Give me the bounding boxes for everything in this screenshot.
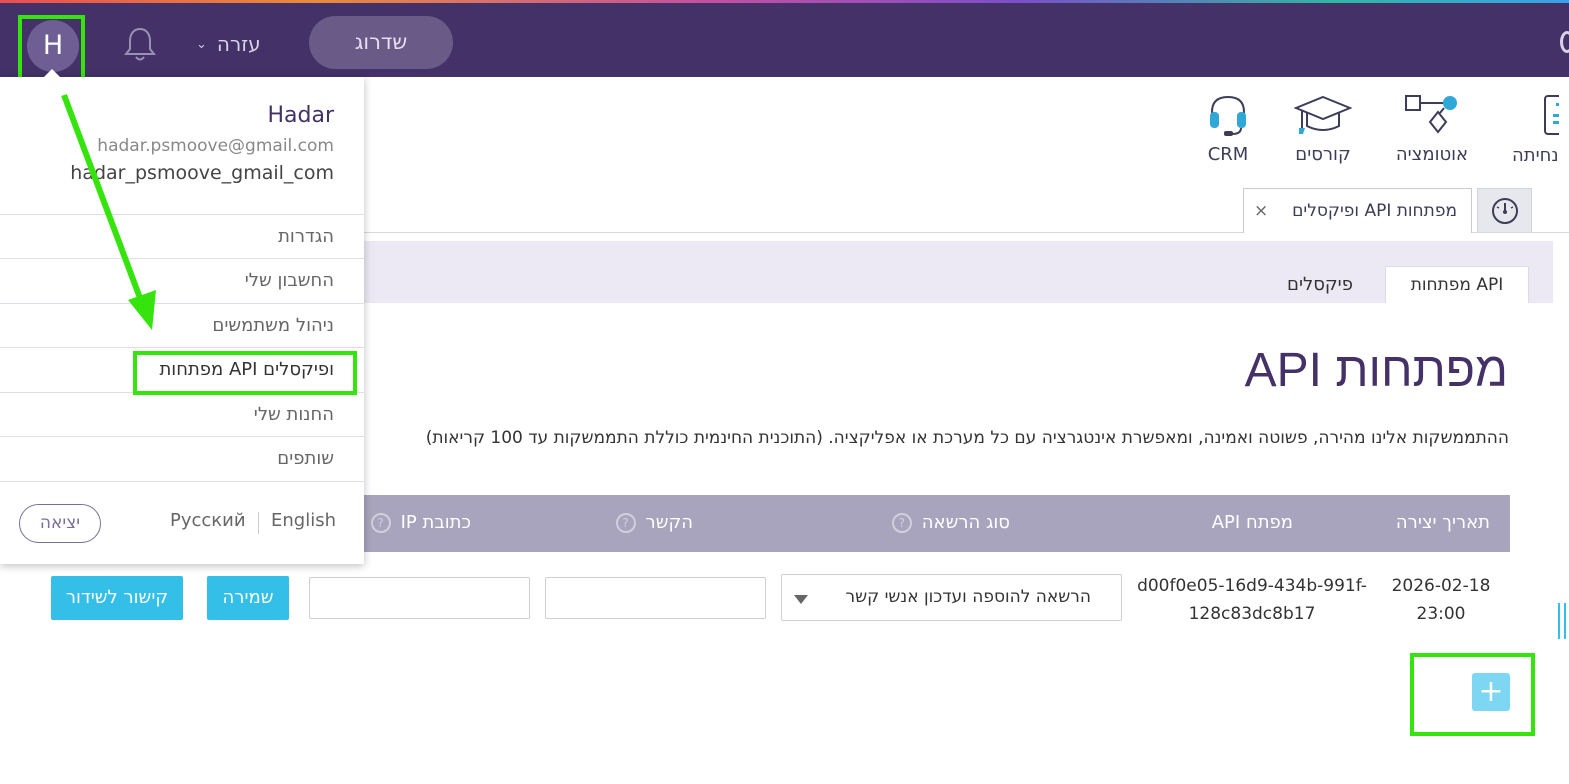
subtab-api-keys[interactable]: מפתחות API [1385, 266, 1529, 303]
row-api-key: d00f0e05-16d9-434b-991f- 128c83dc8b17 [1130, 572, 1374, 628]
logout-button[interactable]: יציאה [19, 504, 101, 543]
tab-dashboard[interactable] [1477, 188, 1532, 232]
automation-icon [1405, 95, 1457, 134]
row-key-part2: 128c83dc8b17 [1188, 604, 1316, 624]
header-ip-label: כתובת IP [400, 512, 471, 533]
header-permission: סוג הרשאה ? [891, 512, 1010, 533]
app-tile-automation[interactable]: אוטומציה [1394, 94, 1470, 165]
ip-input[interactable] [309, 577, 530, 619]
app-tile-landing-label: נחיתה [1512, 145, 1559, 166]
menu-item-partners[interactable]: שותפים [0, 436, 364, 480]
row-time: 23:00 [1416, 604, 1466, 624]
header-api-key: מפתח API [1212, 512, 1293, 533]
header-created: תאריך יצירה [1396, 512, 1490, 533]
annotation-arrow [61, 93, 156, 330]
header-ip: כתובת IP ? [370, 512, 471, 533]
row-date: 2026-02-18 [1391, 576, 1491, 596]
save-button[interactable]: שמירה [207, 576, 289, 620]
caret-down-icon [794, 595, 808, 604]
language-russian[interactable]: Русский [170, 510, 246, 531]
header-link-label: הקשר [645, 512, 693, 533]
header-link: הקשר ? [615, 512, 693, 533]
header-permission-label: סוג הרשאה [921, 512, 1010, 533]
header-api-key-label: מפתח API [1211, 512, 1293, 533]
tab-label: מפתחות API ופיקסלים [1292, 201, 1457, 221]
add-key-button[interactable]: + [1472, 673, 1510, 711]
language-divider [258, 512, 259, 534]
app-tile-crm[interactable]: CRM [1200, 94, 1256, 165]
link-input[interactable] [545, 577, 766, 619]
header-created-label: תאריך יצירה [1395, 512, 1490, 533]
row-key-part1: d00f0e05-16d9-434b-991f- [1137, 576, 1367, 596]
tab-api-keys-pixels[interactable]: × מפתחות API ופיקסלים [1243, 188, 1472, 233]
help-circle-icon[interactable]: ? [370, 512, 391, 533]
close-icon[interactable]: × [1254, 201, 1268, 221]
dashboard-gauge-icon [1491, 197, 1518, 224]
landing-page-icon [1543, 95, 1559, 135]
headset-icon [1210, 95, 1246, 136]
page-title: מפתחות API [1244, 344, 1508, 397]
menu-item-my-store[interactable]: החנות שלי [0, 392, 364, 436]
menu-item-highlight-frame [133, 351, 357, 395]
broadcast-link-button[interactable]: קישור לשידור [51, 576, 183, 620]
scroll-indicator[interactable] [1558, 603, 1566, 639]
permission-select[interactable]: הרשאה להוספה ועדכון אנשי קשר [781, 574, 1122, 621]
row-created-date: 2026-02-18 23:00 [1386, 572, 1496, 628]
app-tile-crm-label: CRM [1207, 144, 1249, 165]
language-english[interactable]: English [271, 510, 336, 531]
dropdown-divider [0, 481, 364, 482]
help-circle-icon[interactable]: ? [615, 512, 636, 533]
partial-edge-icon [1560, 31, 1569, 53]
page-description: ההתממשקות אלינו מהירה, פשוטה ואמינה, ומא… [425, 428, 1509, 448]
app-tile-courses-label: קורסים [1295, 144, 1351, 165]
graduation-cap-icon [1294, 95, 1352, 134]
app-tile-courses[interactable]: קורסים [1290, 94, 1356, 165]
permission-select-value: הרשאה להוספה ועדכון אנשי קשר [845, 587, 1091, 607]
subtab-pixels[interactable]: פיקסלים [1255, 266, 1385, 303]
table-header: תאריך יצירה מפתח API סוג הרשאה ? הקשר ? … [364, 495, 1510, 552]
help-circle-icon[interactable]: ? [891, 512, 912, 533]
app-tile-landing[interactable]: נחיתה [1508, 94, 1569, 166]
app-tile-automation-label: אוטומציה [1395, 144, 1469, 165]
